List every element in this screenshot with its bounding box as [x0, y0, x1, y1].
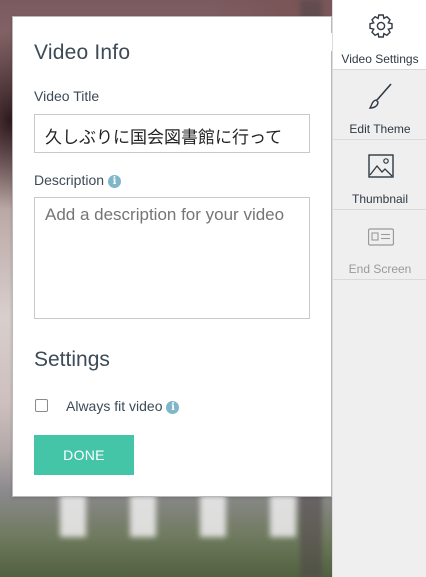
settings-heading: Settings [34, 348, 110, 371]
sidebar-item-thumbnail[interactable]: Thumbnail [333, 140, 426, 210]
sidebar-item-end-screen[interactable]: End Screen [333, 210, 426, 280]
description-label-row: Description i [34, 172, 122, 188]
end-screen-icon [368, 228, 394, 246]
description-label: Description [34, 172, 105, 188]
info-icon[interactable]: i [166, 401, 180, 414]
description-input[interactable] [34, 197, 310, 319]
sidebar-item-label: Edit Theme [349, 122, 411, 136]
panel-title: Video Info [34, 41, 131, 64]
sidebar-item-label: End Screen [348, 262, 412, 276]
gear-icon [369, 14, 393, 38]
sidebar-item-label: Video Settings [341, 52, 419, 66]
info-icon[interactable]: i [108, 175, 122, 188]
sidebar: Video Settings Edit Theme Thumbnail End … [332, 0, 426, 577]
video-info-panel: Video Info Video Title 久しぶりに国会図書館に行って De… [12, 16, 342, 497]
video-title-input[interactable]: 久しぶりに国会図書館に行って [34, 114, 310, 153]
sidebar-item-label: Thumbnail [351, 192, 409, 206]
sidebar-item-video-settings[interactable]: Video Settings [333, 0, 426, 70]
done-button[interactable]: DONE [34, 435, 134, 475]
brush-icon [368, 83, 392, 109]
video-title-label: Video Title [34, 88, 100, 104]
always-fit-label[interactable]: Always fit video [66, 398, 162, 414]
always-fit-checkbox[interactable] [35, 399, 48, 412]
image-icon [368, 154, 394, 178]
always-fit-label-row: Always fit video i [66, 398, 180, 414]
sidebar-item-edit-theme[interactable]: Edit Theme [333, 70, 426, 140]
